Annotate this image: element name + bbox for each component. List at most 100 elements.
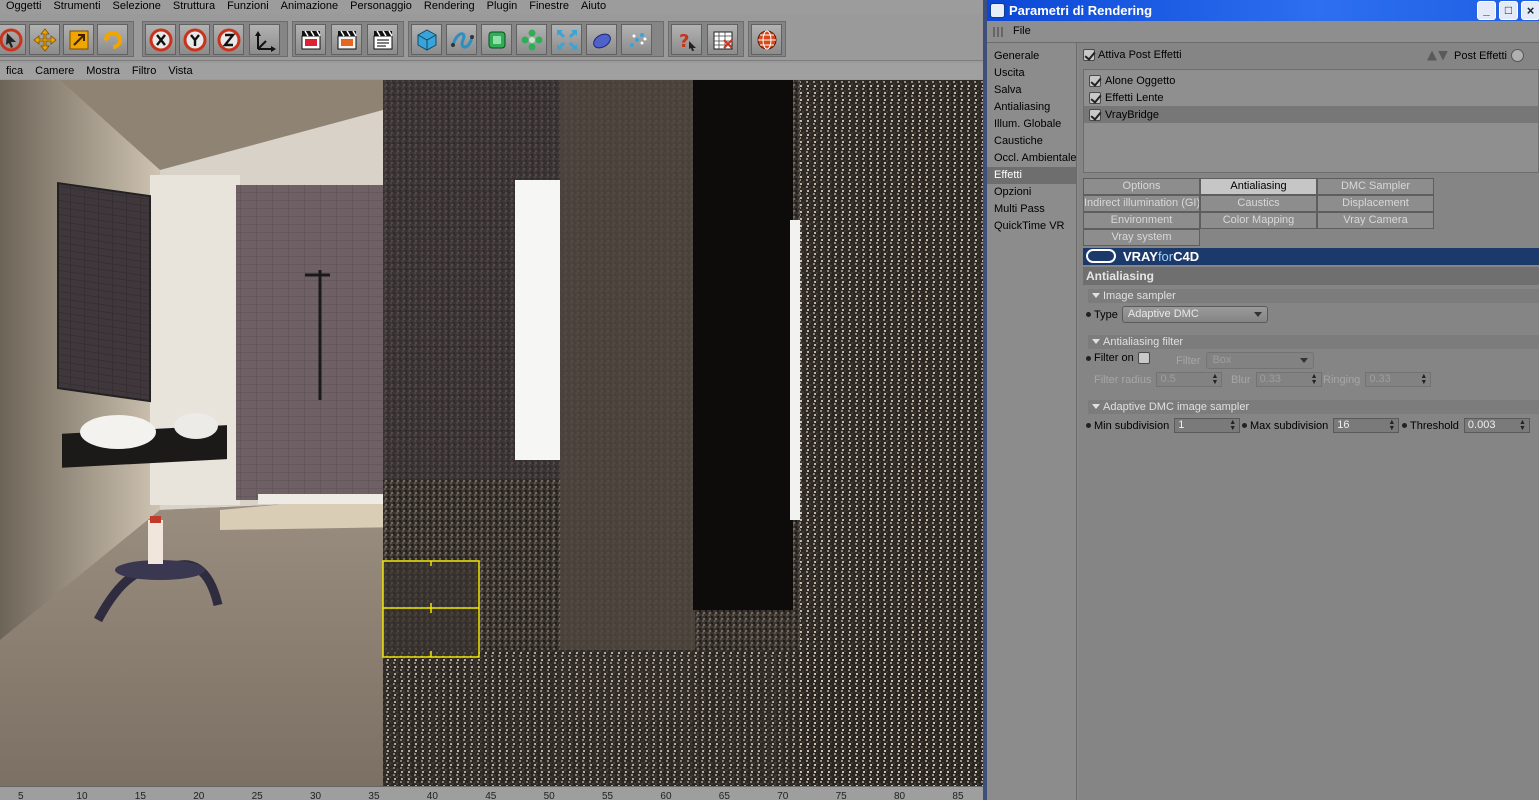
ringing-input[interactable]: 0.33 ▲ ▼ xyxy=(1365,372,1432,387)
sort-up-icon[interactable] xyxy=(1427,50,1437,61)
tab-vray-system[interactable]: Vray system xyxy=(1083,229,1200,246)
z-axis-icon[interactable] xyxy=(213,24,244,55)
category-generale[interactable]: Generale xyxy=(987,48,1076,65)
y-axis-icon[interactable] xyxy=(179,24,210,55)
scene-icon[interactable] xyxy=(586,24,617,55)
render-settings-icon[interactable] xyxy=(367,24,398,55)
post-effect-item[interactable]: VrayBridge xyxy=(1084,106,1538,123)
menu-finestre[interactable]: Finestre xyxy=(523,0,575,14)
adaptive-dmc-group[interactable]: Adaptive DMC image sampler xyxy=(1088,400,1539,414)
rotate-icon[interactable] xyxy=(97,24,128,55)
tab-antialiasing[interactable]: Antialiasing xyxy=(1200,178,1317,195)
enable-post-effects-checkbox[interactable] xyxy=(1083,49,1095,61)
category-effetti[interactable]: Effetti xyxy=(987,167,1076,184)
min-subdivision-input[interactable]: 1 ▲ ▼ xyxy=(1174,418,1241,433)
spinner-icon[interactable]: ▲ ▼ xyxy=(1229,419,1236,432)
tab-environment[interactable]: Environment xyxy=(1083,212,1200,229)
tab-dmc-sampler[interactable]: DMC Sampler xyxy=(1317,178,1434,195)
menu-animazione[interactable]: Animazione xyxy=(275,0,344,14)
category-uscita[interactable]: Uscita xyxy=(987,65,1076,82)
category-opzioni[interactable]: Opzioni xyxy=(987,184,1076,201)
menu-personaggio[interactable]: Personaggio xyxy=(344,0,418,14)
scale-icon[interactable] xyxy=(63,24,94,55)
menu-plugin[interactable]: Plugin xyxy=(481,0,524,14)
pointer-icon[interactable] xyxy=(0,24,26,55)
category-caustiche[interactable]: Caustiche xyxy=(987,133,1076,150)
cube-primitive-icon[interactable] xyxy=(411,24,442,55)
globe-icon[interactable] xyxy=(751,24,782,55)
post-effect-checkbox[interactable] xyxy=(1089,74,1101,87)
spinner-icon[interactable]: ▲ ▼ xyxy=(1420,373,1427,386)
animate-dot-icon[interactable] xyxy=(1086,312,1091,317)
ruler-tick: 85 xyxy=(952,791,964,800)
nurbs-icon[interactable] xyxy=(481,24,512,55)
menu-strumenti[interactable]: Strumenti xyxy=(47,0,106,14)
maximize-button[interactable]: □ xyxy=(1499,1,1518,20)
menu-selezione[interactable]: Selezione xyxy=(107,0,167,14)
tab-indirect-illumination-gi[interactable]: Indirect illumination (GI) xyxy=(1083,195,1200,212)
tab-caustics[interactable]: Caustics xyxy=(1200,195,1317,212)
filter-radius-input[interactable]: 0.5 ▲ ▼ xyxy=(1156,372,1223,387)
view-menu-fica[interactable]: fica xyxy=(0,63,29,79)
spinner-icon[interactable]: ▲ ▼ xyxy=(1388,419,1395,432)
menu-rendering[interactable]: Rendering xyxy=(418,0,481,14)
move-icon[interactable] xyxy=(29,24,60,55)
render-view-icon[interactable] xyxy=(295,24,326,55)
coordinate-system-icon[interactable] xyxy=(249,24,280,55)
view-menu-mostra[interactable]: Mostra xyxy=(80,63,126,79)
sampler-type-dropdown[interactable]: Adaptive DMC xyxy=(1121,306,1268,323)
x-axis-icon[interactable] xyxy=(145,24,176,55)
minimize-button[interactable]: _ xyxy=(1477,1,1496,20)
view-menu-camere[interactable]: Camere xyxy=(29,63,80,79)
animate-dot-icon[interactable] xyxy=(1402,423,1407,428)
tab-options[interactable]: Options xyxy=(1083,178,1200,195)
filter-type-dropdown[interactable]: Box xyxy=(1206,352,1315,369)
deformer-icon[interactable] xyxy=(551,24,582,55)
menu-funzioni[interactable]: Funzioni xyxy=(221,0,275,14)
tab-color-mapping[interactable]: Color Mapping xyxy=(1200,212,1317,229)
post-effect-checkbox[interactable] xyxy=(1089,108,1101,121)
array-icon[interactable] xyxy=(516,24,547,55)
animate-dot-icon[interactable] xyxy=(1086,355,1091,361)
image-sampler-group[interactable]: Image sampler xyxy=(1088,289,1539,303)
category-antialiasing[interactable]: Antialiasing xyxy=(987,99,1076,116)
category-quicktime-vr[interactable]: QuickTime VR xyxy=(987,218,1076,235)
dialog-title-bar[interactable]: Parametri di Rendering _ □ × xyxy=(987,0,1539,21)
tab-displacement[interactable]: Displacement xyxy=(1317,195,1434,212)
max-subdivision-input[interactable]: 16 ▲ ▼ xyxy=(1333,418,1400,433)
spinner-icon[interactable]: ▲ ▼ xyxy=(1212,373,1219,386)
animate-dot-icon[interactable] xyxy=(1086,423,1091,428)
blur-input[interactable]: 0.33 ▲ ▼ xyxy=(1255,372,1322,387)
render-picture-viewer-icon[interactable] xyxy=(331,24,362,55)
spinner-icon[interactable]: ▲ ▼ xyxy=(1519,419,1526,432)
menu-oggetti[interactable]: Oggetti xyxy=(0,0,47,14)
category-multi-pass[interactable]: Multi Pass xyxy=(987,201,1076,218)
aa-filter-group[interactable]: Antialiasing filter xyxy=(1088,335,1539,349)
close-button[interactable]: × xyxy=(1521,1,1539,20)
sort-down-icon[interactable] xyxy=(1438,50,1448,61)
filter-on-checkbox[interactable] xyxy=(1137,352,1150,364)
spinner-icon[interactable]: ▲ ▼ xyxy=(1311,373,1318,386)
post-effect-item[interactable]: Alone Oggetto xyxy=(1084,72,1538,89)
menu-aiuto[interactable]: Aiuto xyxy=(575,0,612,14)
view-menu-vista[interactable]: Vista xyxy=(162,63,198,79)
xpresso-icon[interactable] xyxy=(707,24,738,55)
tab-vray-camera[interactable]: Vray Camera xyxy=(1317,212,1434,229)
particle-icon[interactable] xyxy=(621,24,652,55)
threshold-input[interactable]: 0.003 ▲ ▼ xyxy=(1463,418,1530,433)
post-effect-item[interactable]: Effetti Lente xyxy=(1084,89,1538,106)
render-viewport[interactable] xyxy=(0,80,983,786)
spline-icon[interactable] xyxy=(446,24,477,55)
category-salva[interactable]: Salva xyxy=(987,82,1076,99)
post-effect-checkbox[interactable] xyxy=(1089,91,1101,104)
post-effects-menu[interactable]: Post Effetti xyxy=(1427,49,1524,62)
animate-dot-icon[interactable] xyxy=(1242,423,1247,428)
help-icon[interactable]: ? xyxy=(671,24,702,55)
timeline-ruler[interactable]: 5 10 15 20 25 30 35 40 45 50 55 60 65 70 75 80 85 xyxy=(0,786,983,800)
menu-arrow-icon[interactable] xyxy=(1511,49,1524,62)
category-occl-ambientale[interactable]: Occl. Ambientale xyxy=(987,150,1077,167)
category-illum-globale[interactable]: Illum. Globale xyxy=(987,116,1076,133)
view-menu-filtro[interactable]: Filtro xyxy=(126,63,162,79)
file-menu[interactable]: File xyxy=(1013,25,1031,37)
menu-struttura[interactable]: Struttura xyxy=(167,0,221,14)
